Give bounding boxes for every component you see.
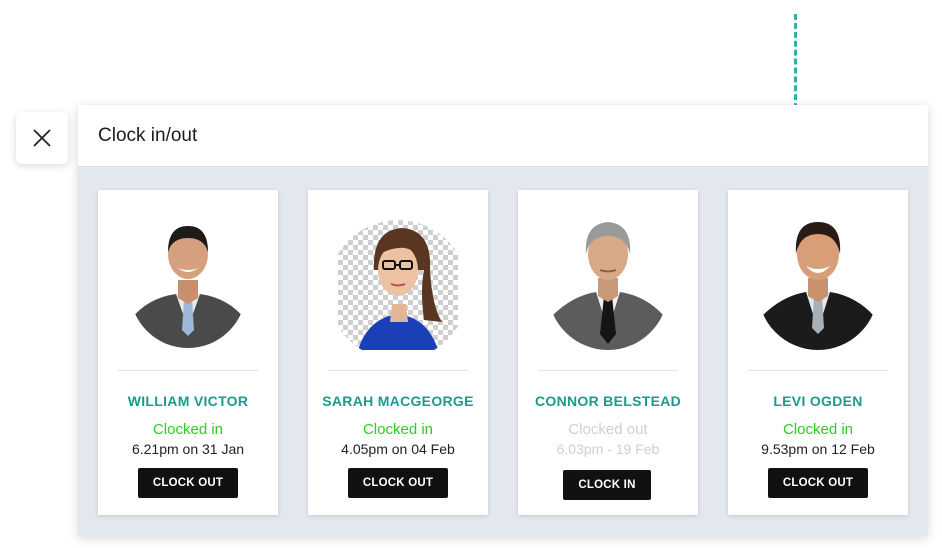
employee-cards: WILLIAM VICTOR Clocked in 6.21pm on 31 J… [98,190,908,515]
status-time: 9.53pm on 12 Feb [761,441,875,457]
status-text: Clocked in [782,421,854,438]
status-time: 6.03pm - 19 Feb [556,441,660,457]
close-icon [33,129,51,147]
employee-card: SARAH MACGEORGE Clocked in 4.05pm on 04 … [308,190,488,515]
employee-name: LEVI OGDEN [773,393,863,409]
employee-name: WILLIAM VICTOR [127,393,249,409]
clock-panel: Clock in/out WILLIAM VICTOR Clocked in 6… [78,105,928,536]
avatar [128,210,248,350]
employee-card: WILLIAM VICTOR Clocked in 6.21pm on 31 J… [98,190,278,515]
decorative-dashed-line [794,14,797,118]
status-text: Clocked in [152,421,224,438]
panel-title: Clock in/out [98,124,198,146]
status-time: 4.05pm on 04 Feb [341,441,455,457]
employee-name: SARAH MACGEORGE [322,393,474,409]
avatar [548,210,668,350]
clock-out-button[interactable]: CLOCK OUT [138,468,238,498]
close-button[interactable] [16,112,68,164]
employee-card: LEVI OGDEN Clocked in 9.53pm on 12 Feb C… [728,190,908,515]
status-text: Clocked in [362,421,434,438]
employee-card: CONNOR BELSTEAD Clocked out 6.03pm - 19 … [518,190,698,515]
card-divider [118,370,258,371]
status-text: Clocked out [568,421,648,438]
clock-out-button[interactable]: CLOCK OUT [348,468,448,498]
card-divider [538,370,678,371]
status-time: 6.21pm on 31 Jan [131,441,245,457]
avatar [338,210,458,350]
card-divider [748,370,888,371]
panel-header: Clock in/out [78,105,928,167]
card-divider [328,370,468,371]
clock-in-button[interactable]: CLOCK IN [563,470,651,500]
avatar [758,210,878,350]
clock-out-button[interactable]: CLOCK OUT [768,468,868,498]
employee-name: CONNOR BELSTEAD [534,393,682,409]
